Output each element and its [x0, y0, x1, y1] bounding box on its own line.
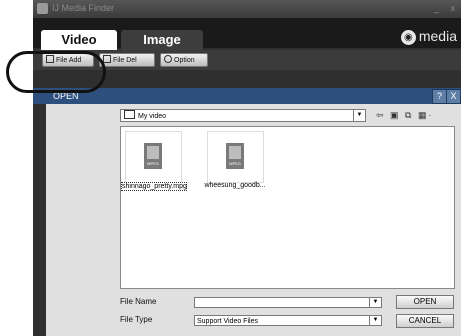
file-list[interactable]: MPEG shinnago_pretty.mpg MPEG wheesung_g… [120, 126, 455, 289]
chevron-down-icon[interactable]: ▼ [353, 110, 365, 121]
file-item[interactable]: MPEG shinnago_pretty.mpg [121, 131, 187, 199]
file-type-select[interactable]: Support Video Files ▼ [194, 315, 382, 326]
file-thumbnail: MPEG [207, 131, 264, 183]
dialog-close-button[interactable]: X [446, 89, 461, 104]
file-type-label-text: File Type [120, 315, 153, 324]
file-name-label-text: File Name [120, 297, 157, 306]
tab-bar: Video Image ◉ media [33, 18, 461, 50]
chevron-down-icon[interactable]: ▼ [369, 298, 381, 307]
file-del-button[interactable]: File Del [99, 53, 155, 67]
file-del-icon [103, 55, 111, 63]
cancel-button[interactable]: CANCEL [396, 314, 454, 328]
help-button[interactable]: ? [432, 89, 447, 104]
mpeg-file-icon: MPEG [144, 143, 162, 169]
file-name-label: wheesung_goodb... [204, 182, 266, 189]
file-name-input[interactable]: ▼ [194, 297, 382, 308]
file-del-label: File Del [113, 57, 137, 64]
window-title: IJ Media Finder [52, 3, 115, 13]
option-gear-icon [164, 55, 172, 63]
highlight-annotation-circle [6, 51, 106, 93]
tab-video[interactable]: Video [41, 30, 117, 50]
title-bar[interactable]: IJ Media Finder _ x [33, 0, 461, 18]
app-icon [37, 3, 48, 14]
brand-logo: ◉ media [400, 28, 457, 45]
chevron-down-icon[interactable]: ▼ [369, 316, 381, 325]
open-dialog: My video ▼ ⇦ ▣ ⧉ ▦· MPEG shinnago_pretty… [46, 104, 461, 336]
app-window: IJ Media Finder _ x Video Image ◉ media F… [33, 0, 461, 336]
look-in-value: My video [138, 113, 167, 120]
file-type-value: Support Video Files [197, 318, 258, 325]
look-in-dropdown[interactable]: My video ▼ [120, 109, 366, 122]
file-item[interactable]: MPEG wheesung_goodb... [203, 131, 267, 199]
open-button[interactable]: OPEN [396, 295, 454, 309]
option-label: Option [174, 57, 195, 64]
mpeg-file-icon: MPEG [226, 143, 244, 169]
file-thumbnail: MPEG [125, 131, 182, 183]
folder-icon [124, 110, 135, 119]
brand-name: media [418, 28, 457, 44]
nav-toolbar-icons[interactable]: ⇦ ▣ ⧉ ▦· [376, 110, 433, 121]
tab-image[interactable]: Image [121, 30, 203, 50]
option-button[interactable]: Option [160, 53, 208, 67]
brand-logo-icon: ◉ [400, 30, 416, 45]
file-name-label: shinnago_pretty.mpg [121, 182, 187, 191]
minimize-button[interactable]: _ [434, 3, 439, 13]
open-dialog-titlebar[interactable]: OPEN ? X [33, 88, 461, 104]
close-window-button[interactable]: x [451, 3, 456, 13]
